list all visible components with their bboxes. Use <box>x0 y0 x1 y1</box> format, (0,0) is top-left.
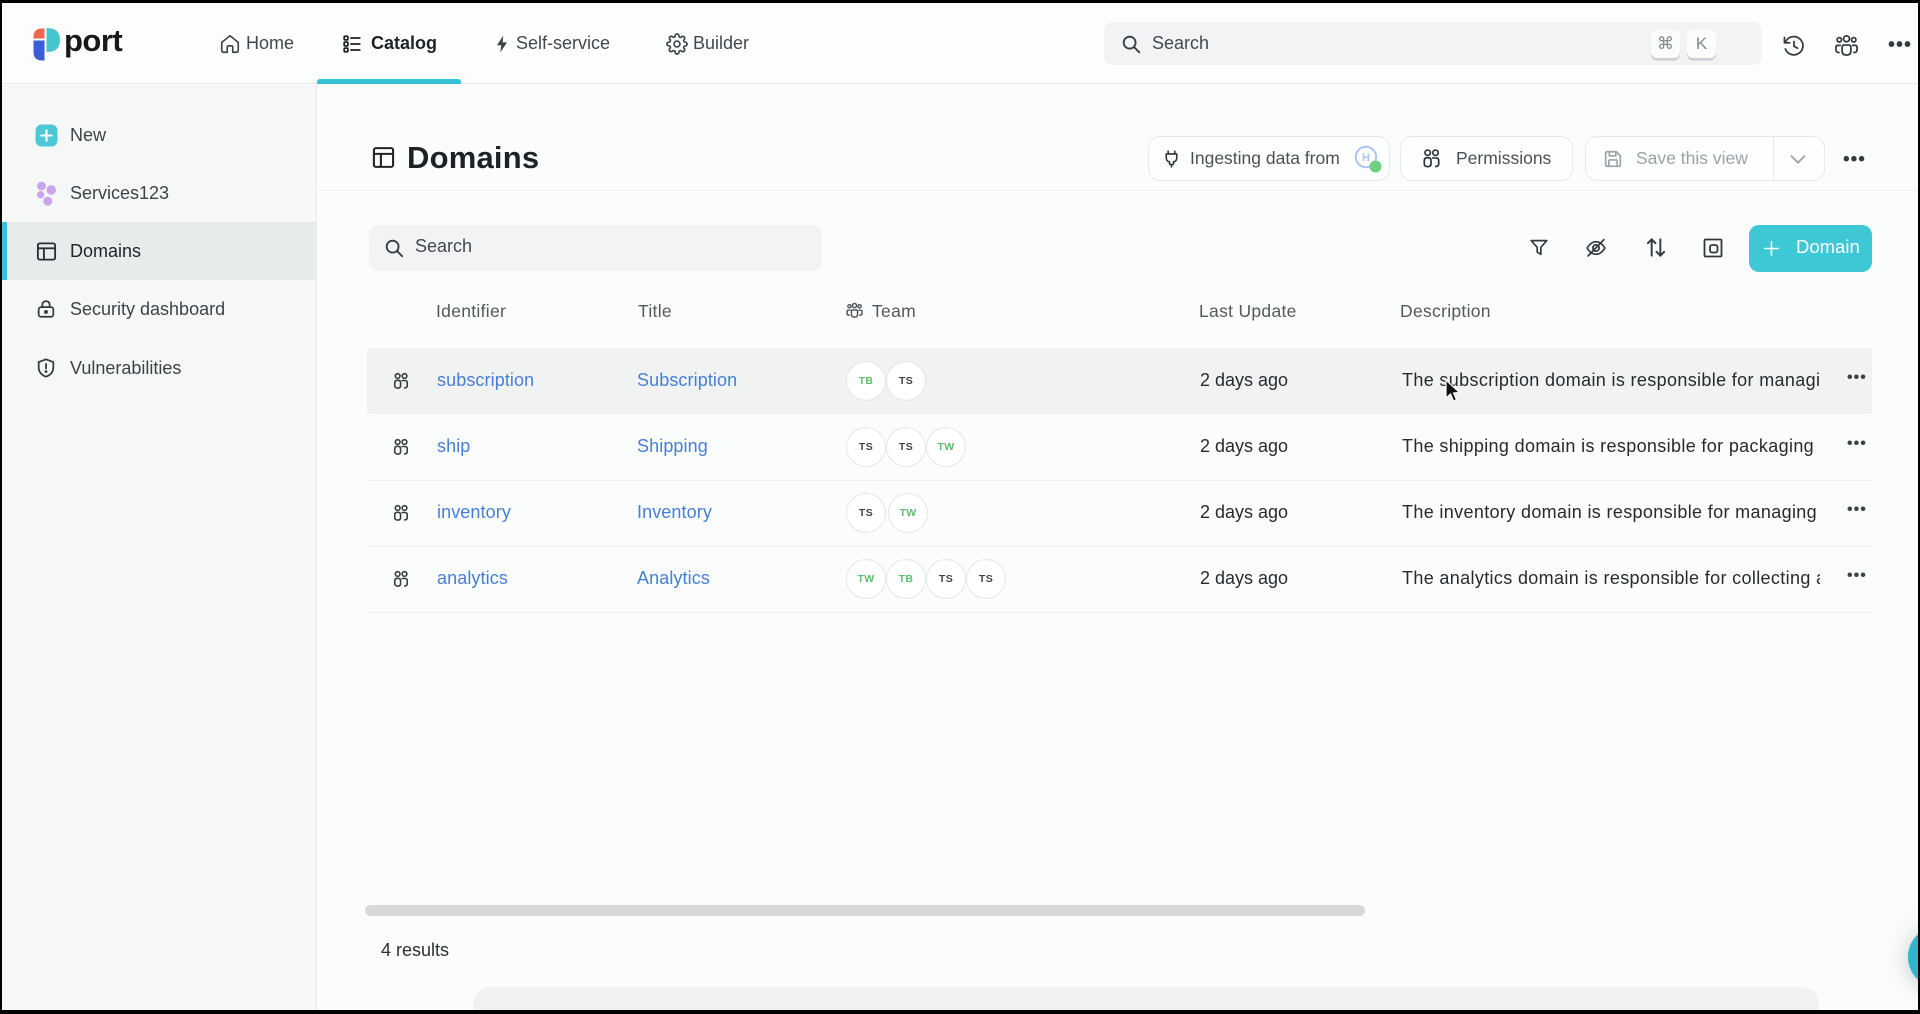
svg-text:H: H <box>1362 152 1370 164</box>
